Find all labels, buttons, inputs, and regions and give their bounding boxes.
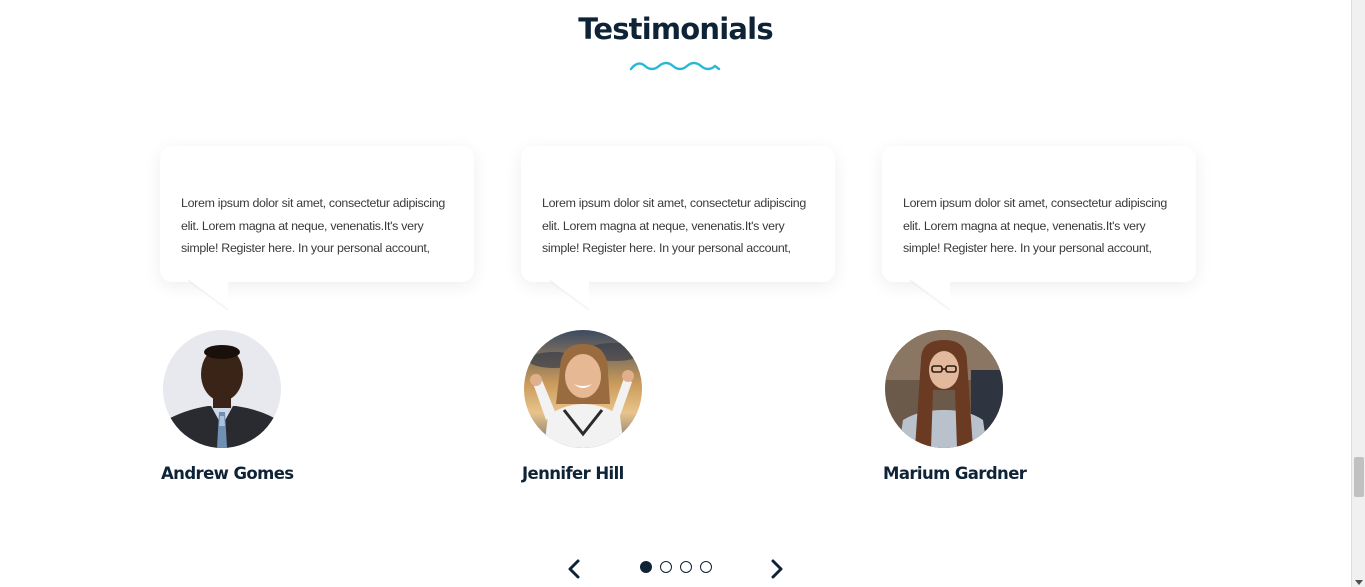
chevron-left-icon[interactable] xyxy=(566,558,582,580)
testimonial-card: Lorem ipsum dolor sit amet, consectetur … xyxy=(160,146,490,491)
man-in-suit-photo-icon xyxy=(163,330,281,448)
quote-bubble: Lorem ipsum dolor sit amet, consectetur … xyxy=(882,146,1196,282)
pager-dot-1[interactable] xyxy=(640,561,652,573)
bubble-tail-icon xyxy=(910,280,950,310)
page-scrollbar[interactable] xyxy=(1351,0,1365,587)
carousel-pager xyxy=(0,556,1351,584)
bubble-tail-icon xyxy=(188,280,228,310)
quote-bubble: Lorem ipsum dolor sit amet, consectetur … xyxy=(160,146,474,282)
avatar xyxy=(163,330,281,448)
person-name: Andrew Gomes xyxy=(161,464,294,483)
pager-dot-3[interactable] xyxy=(680,561,692,573)
scroll-down-arrow-icon[interactable] xyxy=(1355,580,1363,585)
testimonials-page: Testimonials Lorem ipsum dolor sit amet,… xyxy=(0,0,1365,587)
section-title: Testimonials xyxy=(578,12,773,46)
avatar xyxy=(524,330,642,448)
wave-divider-icon xyxy=(629,61,721,71)
woman-with-glasses-photo-icon xyxy=(885,330,1003,448)
pager-dot-4[interactable] xyxy=(700,561,712,573)
testimonial-card: Lorem ipsum dolor sit amet, consectetur … xyxy=(521,146,851,491)
scrollbar-thumb[interactable] xyxy=(1354,457,1364,497)
person-name: Jennifer Hill xyxy=(522,464,624,483)
cheering-woman-photo-icon xyxy=(524,330,642,448)
chevron-right-icon[interactable] xyxy=(769,558,785,580)
quote-text: Lorem ipsum dolor sit amet, consectetur … xyxy=(903,196,1167,255)
person-name: Marium Gardner xyxy=(883,464,1027,483)
avatar xyxy=(885,330,1003,448)
pager-dot-2[interactable] xyxy=(660,561,672,573)
testimonial-card: Lorem ipsum dolor sit amet, consectetur … xyxy=(882,146,1212,491)
quote-bubble: Lorem ipsum dolor sit amet, consectetur … xyxy=(521,146,835,282)
quote-text: Lorem ipsum dolor sit amet, consectetur … xyxy=(181,196,445,255)
bubble-tail-icon xyxy=(549,280,589,310)
quote-text: Lorem ipsum dolor sit amet, consectetur … xyxy=(542,196,806,255)
